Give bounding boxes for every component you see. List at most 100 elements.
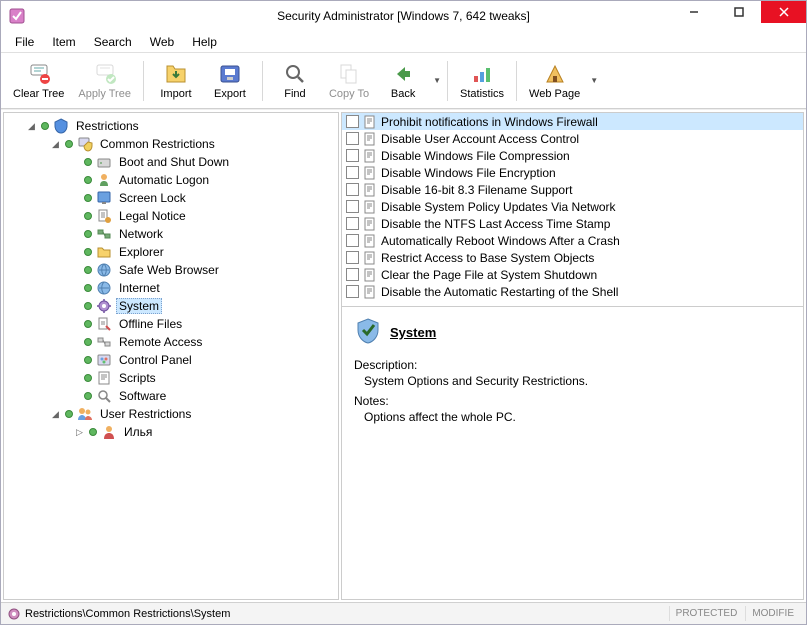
shield-icon [53, 118, 69, 134]
tree-node-item[interactable]: Internet [6, 279, 336, 297]
checkbox[interactable] [346, 285, 359, 298]
page-icon [363, 166, 377, 180]
tree-node-item[interactable]: Network [6, 225, 336, 243]
tree-node-item[interactable]: Software [6, 387, 336, 405]
tree-node-item[interactable]: Automatic Logon [6, 171, 336, 189]
tree-node-item[interactable]: Explorer [6, 243, 336, 261]
tree-label: Software [116, 388, 169, 404]
collapse-icon[interactable]: ◢ [50, 139, 61, 150]
checkbox[interactable] [346, 183, 359, 196]
bullet-icon [84, 266, 92, 274]
list-row[interactable]: Disable Windows File Encryption [342, 164, 803, 181]
back-label: Back [391, 88, 415, 100]
checkbox[interactable] [346, 132, 359, 145]
tree-label: Scripts [116, 370, 159, 386]
tree-node-item[interactable]: Boot and Shut Down [6, 153, 336, 171]
list-row[interactable]: Prohibit notifications in Windows Firewa… [342, 113, 803, 130]
import-icon [164, 62, 188, 86]
import-button[interactable]: Import [150, 56, 202, 106]
list-row[interactable]: Disable the NTFS Last Access Time Stamp [342, 215, 803, 232]
page-icon [363, 268, 377, 282]
checkbox[interactable] [346, 217, 359, 230]
page-icon [363, 217, 377, 231]
list-row[interactable]: Disable System Policy Updates Via Networ… [342, 198, 803, 215]
checkbox[interactable] [346, 200, 359, 213]
toolbar-separator [516, 61, 517, 101]
apply-tree-button[interactable]: Apply Tree [72, 56, 137, 106]
item-icon [96, 334, 112, 350]
list-row[interactable]: Disable Windows File Compression [342, 147, 803, 164]
tree-node-item[interactable]: Legal Notice [6, 207, 336, 225]
back-button[interactable]: Back [377, 56, 429, 106]
export-label: Export [214, 88, 246, 100]
collapse-icon[interactable]: ◢ [26, 121, 37, 132]
apply-tree-icon [93, 62, 117, 86]
item-icon [96, 298, 112, 314]
tree-node-item[interactable]: Safe Web Browser [6, 261, 336, 279]
tree-node-item[interactable]: Offline Files [6, 315, 336, 333]
collapse-icon[interactable]: ◢ [50, 409, 61, 420]
bullet-icon [84, 284, 92, 292]
checkbox[interactable] [346, 166, 359, 179]
checkbox[interactable] [346, 251, 359, 264]
tree-label: System [116, 298, 162, 314]
list-row[interactable]: Restrict Access to Base System Objects [342, 249, 803, 266]
checkbox[interactable] [346, 149, 359, 162]
menu-search[interactable]: Search [86, 32, 140, 52]
tree-panel[interactable]: ◢ Restrictions ◢ Common Restrictions Boo… [3, 112, 339, 600]
status-protected: PROTECTED [669, 606, 744, 621]
list-row[interactable]: Disable the Automatic Restarting of the … [342, 283, 803, 300]
bullet-icon [84, 374, 92, 382]
list-label: Restrict Access to Base System Objects [381, 251, 594, 265]
web-page-button[interactable]: Web Page [523, 56, 586, 106]
tree-node-user-restrictions[interactable]: ◢ User Restrictions [6, 405, 336, 423]
list-row[interactable]: Clear the Page File at System Shutdown [342, 266, 803, 283]
detail-title: System [390, 325, 436, 340]
tree-node-item[interactable]: Remote Access [6, 333, 336, 351]
menu-item[interactable]: Item [44, 32, 83, 52]
checkbox[interactable] [346, 268, 359, 281]
status-modified: MODIFIE [745, 606, 800, 621]
find-button[interactable]: Find [269, 56, 321, 106]
tree-node-user[interactable]: ▷ Илья [6, 423, 336, 441]
menu-help[interactable]: Help [184, 32, 225, 52]
list-label: Automatically Reboot Windows After a Cra… [381, 234, 620, 248]
tree-label: Restrictions [73, 118, 142, 134]
back-dropdown-icon[interactable]: ▼ [433, 76, 441, 85]
close-button[interactable] [761, 1, 806, 23]
tree-node-common-restrictions[interactable]: ◢ Common Restrictions [6, 135, 336, 153]
expand-icon[interactable]: ▷ [74, 427, 85, 438]
copy-to-icon [337, 62, 361, 86]
export-button[interactable]: Export [204, 56, 256, 106]
monitor-shield-icon [77, 136, 93, 152]
item-icon [96, 226, 112, 242]
minimize-button[interactable] [671, 1, 716, 23]
tree-node-item[interactable]: System [6, 297, 336, 315]
toolbar-separator [143, 61, 144, 101]
page-icon [363, 234, 377, 248]
list-row[interactable]: Disable 16-bit 8.3 Filename Support [342, 181, 803, 198]
copy-to-button[interactable]: Copy To [323, 56, 375, 106]
checkbox[interactable] [346, 115, 359, 128]
clear-tree-button[interactable]: Clear Tree [7, 56, 70, 106]
tree-node-restrictions[interactable]: ◢ Restrictions [6, 117, 336, 135]
list-row[interactable]: Disable User Account Access Control [342, 130, 803, 147]
tree-label: Control Panel [116, 352, 195, 368]
list-panel[interactable]: Prohibit notifications in Windows Firewa… [341, 112, 804, 307]
tree-node-item[interactable]: Screen Lock [6, 189, 336, 207]
menu-file[interactable]: File [7, 32, 42, 52]
copy-to-label: Copy To [329, 88, 369, 100]
users-icon [77, 406, 93, 422]
tree-node-item[interactable]: Control Panel [6, 351, 336, 369]
menu-web[interactable]: Web [142, 32, 182, 52]
web-page-dropdown-icon[interactable]: ▼ [590, 76, 598, 85]
checkbox[interactable] [346, 234, 359, 247]
tree-node-item[interactable]: Scripts [6, 369, 336, 387]
page-icon [363, 149, 377, 163]
list-row[interactable]: Automatically Reboot Windows After a Cra… [342, 232, 803, 249]
toolbar-separator [262, 61, 263, 101]
statistics-button[interactable]: Statistics [454, 56, 510, 106]
maximize-button[interactable] [716, 1, 761, 23]
description-text: System Options and Security Restrictions… [364, 374, 791, 388]
bullet-icon [84, 158, 92, 166]
